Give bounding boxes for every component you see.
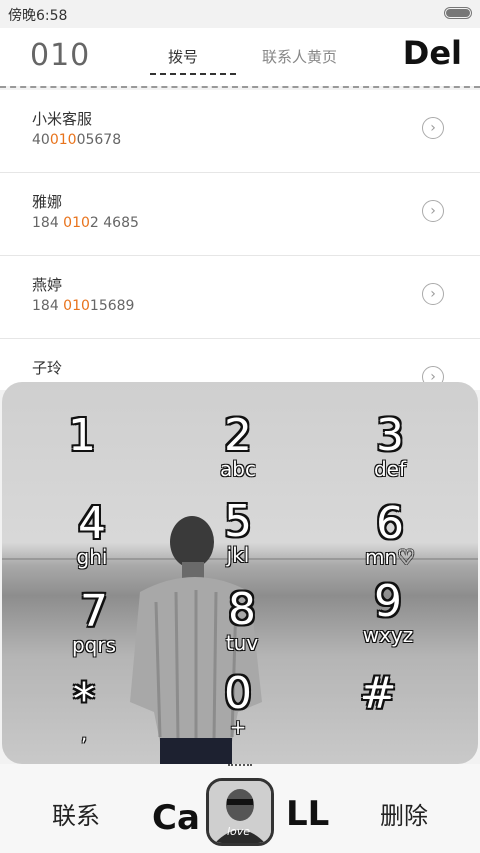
active-tab-indicator [150,73,236,75]
key-5[interactable]: 5 jkl [178,500,298,567]
tab-yellow-pages[interactable]: 联系人黄页 [262,46,337,67]
dialer-header: 010 拨号 联系人黄页 Del [0,28,480,86]
status-time: 傍晚6:58 [8,8,68,24]
dialed-number: 010 [30,38,91,73]
contact-name: 小米客服 [32,110,93,128]
call-label-right[interactable]: LL [286,794,329,834]
drag-handle[interactable] [228,764,252,770]
key-8[interactable]: 8 tuv [182,588,302,655]
chevron-right-icon[interactable]: › [422,200,444,222]
chevron-right-icon[interactable]: › [422,283,444,305]
key-4[interactable]: 4 ghi [32,502,152,569]
key-3[interactable]: 3 def [330,414,450,481]
contact-name: 雅娜 [32,193,63,211]
chevron-right-icon[interactable]: › [422,117,444,139]
list-item[interactable]: 小米客服 4001005678 › [0,90,480,173]
key-2[interactable]: 2 abc [178,414,298,481]
contact-number: 4001005678 [32,132,122,148]
status-bar: 傍晚6:58 [0,0,480,28]
list-item[interactable]: 燕婷 184 01015689 › [0,256,480,339]
key-9[interactable]: 9 wxyz [328,580,448,647]
key-1[interactable]: 1 [22,414,142,458]
delete-all-button[interactable]: 删除 [380,796,428,831]
dial-pad: 1 2 abc 3 def 4 ghi 5 jkl 6 mn♡ 7 pqrs 8 tuv 9w… [2,382,478,764]
delete-button[interactable]: Del [403,34,462,72]
key-6[interactable]: 6 mn♡ [330,502,450,569]
contact-number: 184 01015689 [32,298,135,314]
contacts-button[interactable]: 联系 [52,796,100,831]
avatar-text: love [227,825,251,838]
contact-number: 184 0102 4685 [32,215,139,231]
key-7[interactable]: 7 pqrs [34,590,154,657]
key-star[interactable]: *, [24,678,144,745]
battery-icon [444,7,472,19]
tab-dial[interactable]: 拨号 [168,46,198,67]
bottom-bar: 联系 Ca love LL 删除 [0,764,480,853]
contact-name: 燕婷 [32,276,63,294]
call-label-left[interactable]: Ca [152,798,200,838]
call-button[interactable]: love [206,778,274,846]
list-item[interactable]: 雅娜 184 0102 4685 › [0,173,480,256]
contact-list: 小米客服 4001005678 › 雅娜 184 0102 4685 › 燕婷 … [0,90,480,390]
key-0[interactable]: 0 + [178,672,298,739]
key-hash[interactable]: # [318,672,438,716]
header-divider [0,86,480,88]
contact-name: 子玲 [32,359,63,377]
